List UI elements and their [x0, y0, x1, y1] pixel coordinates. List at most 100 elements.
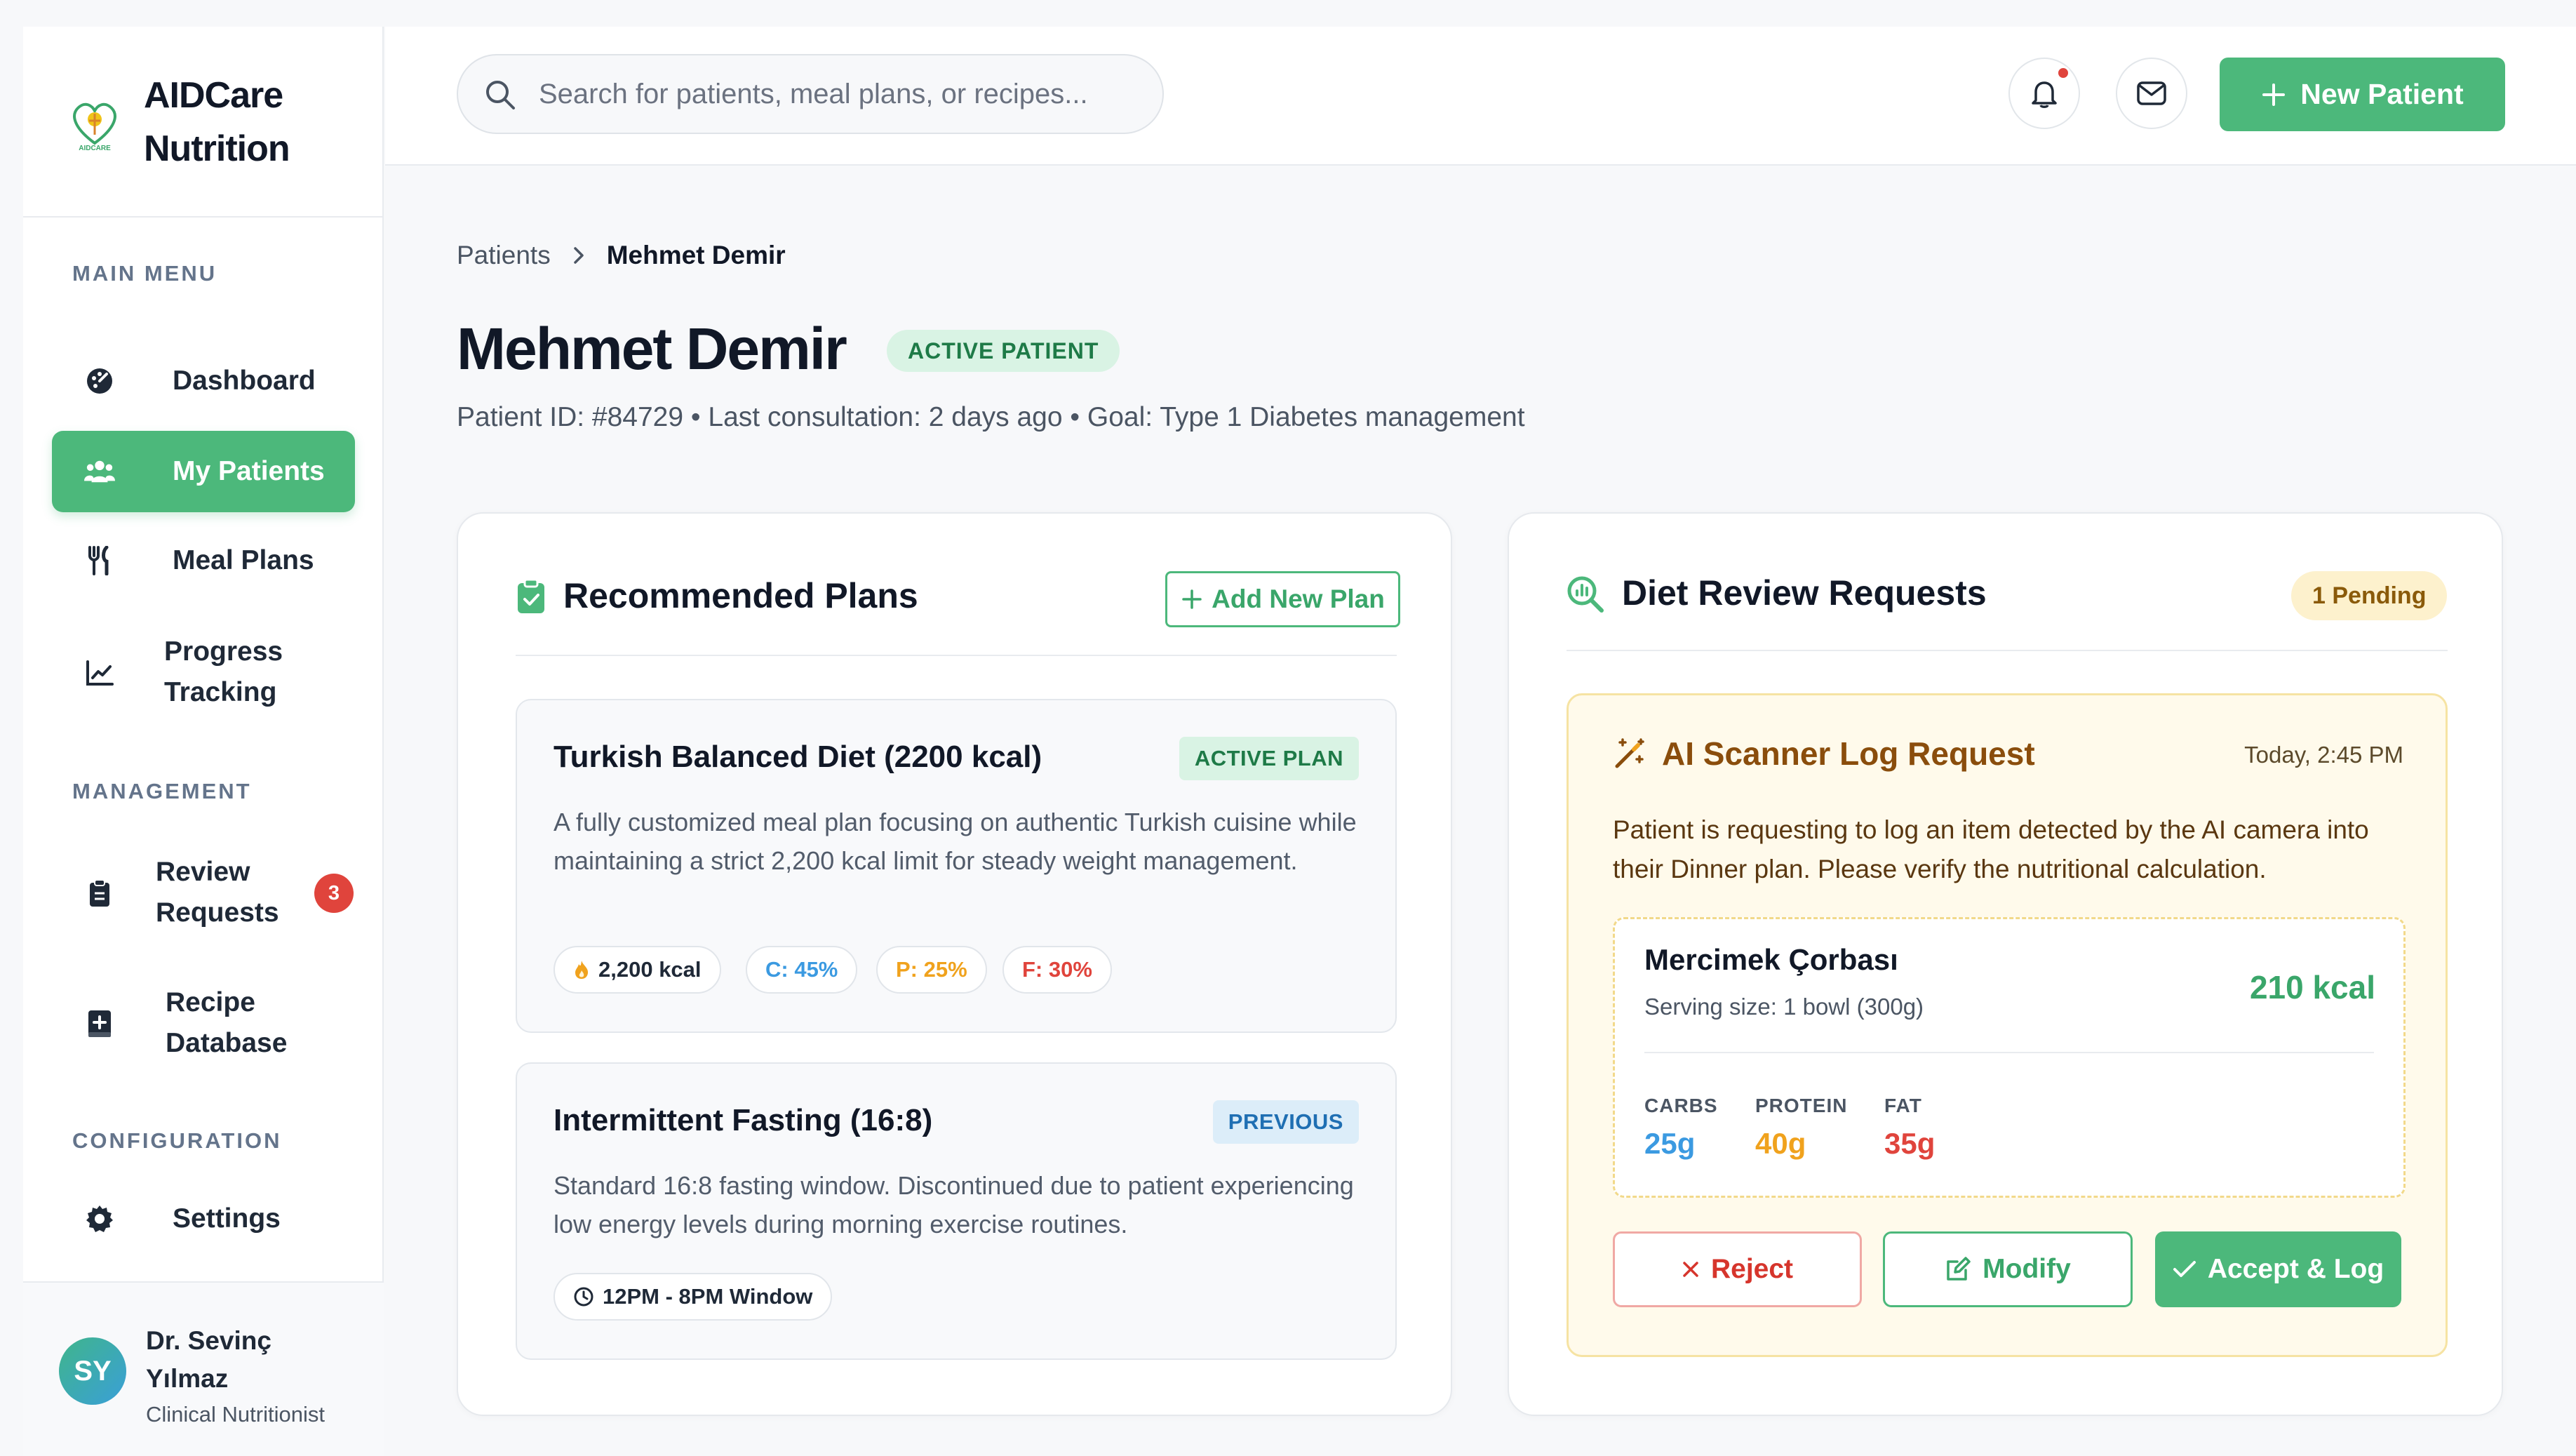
brand-name-line2: Nutrition	[144, 128, 290, 169]
plan-name: Turkish Balanced Diet (2200 kcal)	[554, 740, 1042, 774]
sidebar: AIDCARE AIDCare Nutrition MAIN MENU Dash…	[23, 27, 384, 1456]
utensils-icon	[84, 545, 115, 576]
bell-icon	[2030, 78, 2058, 109]
sidebar-item-label-line1: Review	[156, 857, 250, 887]
sidebar-item-label-line1: Recipe	[166, 987, 255, 1017]
sidebar-item-settings[interactable]: Settings	[52, 1180, 355, 1257]
reject-label: Reject	[1710, 1254, 1794, 1284]
sidebar-item-label-line1: Progress	[164, 636, 283, 667]
sidebar-item-progress-tracking[interactable]: Progress Tracking	[52, 613, 355, 733]
plan-card-previous[interactable]: Intermittent Fasting (16:8) PREVIOUS Sta…	[516, 1062, 1397, 1360]
search-input[interactable]	[537, 71, 1141, 117]
sidebar-item-label: Review Requests	[156, 852, 279, 933]
search-icon	[483, 78, 517, 112]
fat-chip: F: 30%	[1002, 946, 1112, 994]
user-role: Clinical Nutritionist	[146, 1402, 325, 1427]
kcal-chip-label: 2,200 kcal	[598, 957, 702, 982]
section-label-configuration: CONFIGURATION	[72, 1128, 282, 1153]
plan-status-badge: PREVIOUS	[1212, 1100, 1359, 1144]
patient-meta: Patient ID: #84729 • Last consultation: …	[457, 402, 1525, 432]
fasting-window-label: 12PM - 8PM Window	[603, 1284, 813, 1309]
request-description: Patient is requesting to log an item det…	[1613, 815, 2369, 883]
macro-value: 35g	[1884, 1127, 1936, 1160]
check-icon	[2173, 1260, 2196, 1279]
close-icon	[1682, 1260, 1700, 1278]
macro-value: 25g	[1644, 1127, 1696, 1160]
macro-fat: FAT 35g	[1884, 1095, 1935, 1161]
clipboard-check-icon	[516, 578, 546, 615]
plan-description: Standard 16:8 fasting window. Discontinu…	[554, 1171, 1354, 1238]
food-name: Mercimek Çorbası	[1644, 943, 1898, 976]
svg-text:AIDCARE: AIDCARE	[79, 145, 111, 152]
plan-description: A fully customized meal plan focusing on…	[554, 808, 1357, 875]
plan-card-active[interactable]: Turkish Balanced Diet (2200 kcal) ACTIVE…	[516, 699, 1397, 1033]
avatar: SY	[59, 1337, 126, 1405]
status-badge: ACTIVE PATIENT	[887, 330, 1120, 372]
fasting-window-chip: 12PM - 8PM Window	[554, 1273, 833, 1321]
add-new-plan-label: Add New Plan	[1212, 585, 1385, 613]
gear-icon	[84, 1203, 115, 1234]
mail-icon	[2137, 81, 2166, 105]
sidebar-item-recipe-database[interactable]: Recipe Database	[52, 964, 355, 1083]
sidebar-item-label: My Patients	[173, 456, 325, 486]
users-icon	[84, 456, 115, 487]
sidebar-item-dashboard[interactable]: Dashboard	[52, 340, 355, 422]
macro-label: CARBS	[1644, 1095, 1718, 1116]
divider	[516, 655, 1397, 656]
macro-value: 40g	[1755, 1127, 1806, 1160]
macro-protein: PROTEIN 40g	[1755, 1095, 1847, 1161]
messages-button[interactable]	[2116, 58, 2187, 129]
sidebar-item-meal-plans[interactable]: Meal Plans	[52, 522, 355, 599]
macro-label: PROTEIN	[1755, 1095, 1848, 1116]
diet-review-requests-card: Diet Review Requests 1 Pending AI Scanne…	[1508, 512, 2503, 1416]
brand-name: AIDCare Nutrition	[144, 69, 290, 175]
logo: AIDCARE	[67, 94, 123, 153]
flame-icon	[573, 959, 590, 980]
carbs-chip: C: 45%	[746, 946, 858, 994]
dashboard-icon	[84, 366, 115, 396]
plus-icon	[2261, 82, 2286, 107]
notification-dot	[2056, 66, 2070, 80]
modify-button[interactable]: Modify	[1883, 1231, 2133, 1307]
add-new-plan-button[interactable]: Add New Plan	[1165, 571, 1400, 627]
magic-wand-icon	[1613, 737, 1646, 770]
request-timestamp: Today, 2:45 PM	[2244, 742, 2403, 768]
sidebar-item-label-line2: Tracking	[164, 677, 277, 707]
section-label-management: MANAGEMENT	[72, 779, 252, 803]
plan-name: Intermittent Fasting (16:8)	[554, 1103, 933, 1137]
sidebar-item-label: Dashboard	[173, 366, 316, 396]
detected-food-panel: Mercimek Çorbası Serving size: 1 bowl (3…	[1613, 917, 2406, 1198]
sidebar-item-label-line2: Database	[166, 1028, 288, 1058]
breadcrumb: Patients Mehmet Demir	[457, 241, 786, 270]
section-label-main: MAIN MENU	[72, 261, 217, 286]
breadcrumb-parent[interactable]: Patients	[457, 241, 551, 270]
notifications-button[interactable]	[2008, 58, 2080, 129]
new-patient-label: New Patient	[2300, 78, 2464, 110]
request-title: AI Scanner Log Request	[1613, 735, 2035, 773]
sidebar-item-label: Progress Tracking	[164, 632, 283, 713]
user-name: Dr. Sevinç Yılmaz	[146, 1322, 271, 1398]
divider	[1567, 650, 2448, 651]
review-count-badge: 3	[314, 874, 354, 913]
chart-line-icon	[84, 657, 115, 688]
search-bar[interactable]	[457, 54, 1164, 134]
sidebar-item-review-requests[interactable]: Review Requests 3	[52, 834, 355, 953]
clipboard-icon	[84, 878, 115, 909]
brand-name-line1: AIDCare	[144, 75, 283, 116]
user-profile[interactable]: SY Dr. Sevinç Yılmaz Clinical Nutritioni…	[23, 1281, 384, 1456]
recommended-plans-card: Recommended Plans Add New Plan Turkish B…	[457, 512, 1452, 1416]
brand: AIDCARE AIDCare Nutrition	[23, 27, 384, 218]
clock-icon	[573, 1286, 594, 1307]
divider	[1644, 1052, 2374, 1053]
chevron-right-icon	[572, 246, 586, 265]
reject-button[interactable]: Reject	[1613, 1231, 1862, 1307]
sidebar-item-patients[interactable]: My Patients	[52, 431, 355, 512]
new-patient-button[interactable]: New Patient	[2220, 58, 2505, 131]
accept-and-log-button[interactable]: Accept & Log	[2155, 1231, 2401, 1307]
plan-status-badge: ACTIVE PLAN	[1179, 737, 1359, 780]
kcal-chip: 2,200 kcal	[554, 946, 721, 994]
sidebar-item-label: Meal Plans	[173, 545, 314, 575]
serving-size: Serving size: 1 bowl (300g)	[1644, 994, 1924, 1020]
user-name-line1: Dr. Sevinç	[146, 1326, 271, 1355]
page-title: Mehmet Demir	[457, 316, 847, 382]
